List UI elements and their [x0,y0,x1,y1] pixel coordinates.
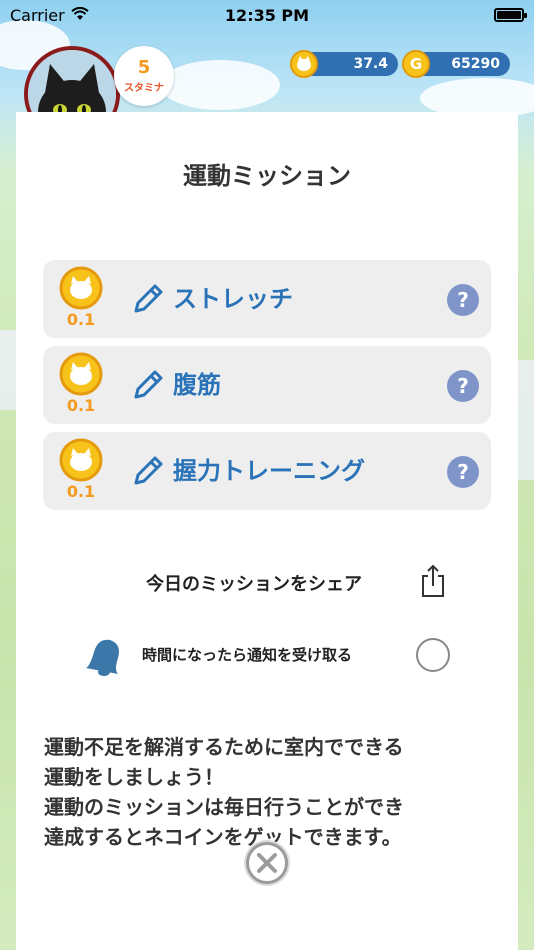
help-icon[interactable]: ? [447,284,479,316]
stamina-value: 5 [137,56,151,78]
description-line: 運動をしましょう！ [44,765,224,789]
cat-coin-icon [290,50,318,78]
map-road [518,360,534,480]
gold-symbol: G [409,55,423,73]
notify-label: 時間になったら通知を受け取る [142,646,353,664]
mission-panel: 運動ミッション 0.1 ストレッチ ? 0.1 腹筋 ? 0.1 握力トレーニン… [16,112,518,950]
mission-item-stretch[interactable]: 0.1 ストレッチ ? [43,260,491,338]
share-icon[interactable] [420,564,446,598]
cat-coin-icon [59,266,103,310]
mission-reward: 0.1 [66,310,96,329]
gold-counter: G 65290 [402,50,510,78]
mission-name: ストレッチ [173,285,293,313]
pencil-icon [134,456,163,485]
cat-coin-icon [59,352,103,396]
mission-name: 握力トレーニング [173,457,365,485]
description-line: 運動不足を解消するために室内でできる [44,735,404,759]
panel-title: 運動ミッション [183,162,351,190]
mission-name: 腹筋 [173,371,221,399]
carrier-label: Carrier [10,5,65,25]
notify-checkbox[interactable] [416,638,450,672]
mission-item-grip-training[interactable]: 0.1 握力トレーニング ? [43,432,491,510]
mission-reward: 0.1 [66,482,96,501]
cat-coin-counter: 37.4 [290,50,398,78]
description: 運動不足を解消するために室内でできる 運動をしましょう！ 運動のミッションは毎日… [44,732,494,852]
pencil-icon [134,284,163,313]
close-icon [257,853,277,873]
gold-value: 65290 [451,56,500,72]
close-button[interactable] [246,842,288,884]
gold-coin-icon: G [402,50,430,78]
share-label: 今日のミッションをシェア [146,574,362,595]
share-row[interactable]: 今日のミッションをシェア [16,564,518,600]
status-bar: Carrier 12:35 PM [0,0,534,30]
battery-icon [494,8,527,22]
pencil-icon [134,370,163,399]
cat-coin-icon [59,438,103,482]
description-line: 運動のミッションは毎日行うことができ [44,795,404,819]
bell-icon [86,639,119,676]
cloud [160,60,280,110]
mission-reward: 0.1 [66,396,96,415]
stamina-badge: 5 スタミナ [114,46,174,106]
help-icon[interactable]: ? [447,370,479,402]
notify-row[interactable]: 時間になったら通知を受け取る [16,632,518,676]
map-road [0,330,16,410]
help-icon[interactable]: ? [447,456,479,488]
mission-item-situps[interactable]: 0.1 腹筋 ? [43,346,491,424]
cat-coin-value: 37.4 [353,56,388,72]
wifi-icon [71,6,89,25]
stamina-label: スタミナ [124,82,164,94]
